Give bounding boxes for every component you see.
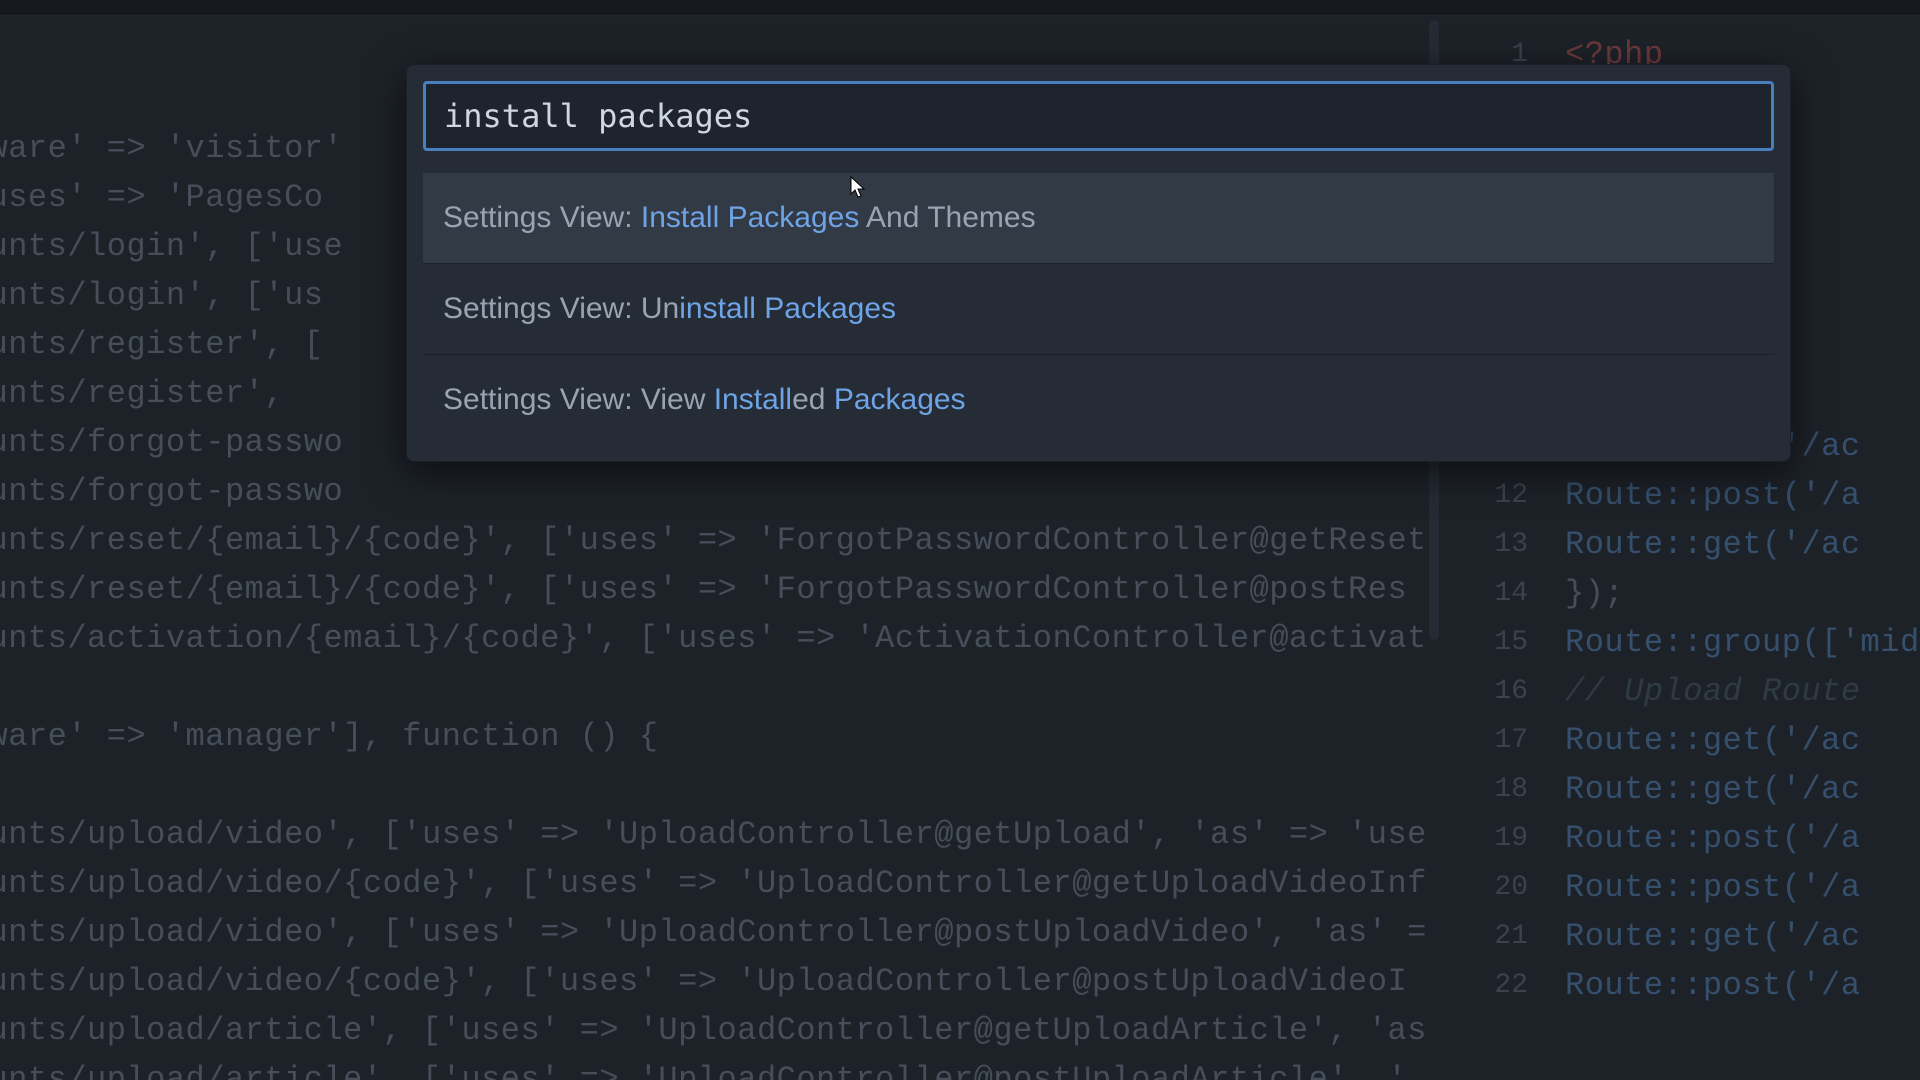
command-palette-item[interactable]: Settings View: View Installed Packages [423, 355, 1774, 445]
command-palette-item[interactable]: Settings View: Uninstall Packages [423, 264, 1774, 355]
command-match-text: Install [714, 383, 792, 416]
command-palette-input[interactable] [423, 81, 1774, 151]
command-text: ed [792, 383, 834, 416]
command-palette-results: Settings View: Install Packages And Them… [423, 173, 1774, 445]
code-line: Route::get('/ac [1565, 918, 1861, 955]
code-line: Route::group(['midd [1565, 624, 1920, 661]
command-prefix: Settings View: [443, 292, 641, 325]
command-match-text: install Packages [679, 292, 896, 325]
command-palette-item[interactable]: Settings View: Install Packages And Them… [423, 173, 1774, 264]
code-line: // Upload Route [1565, 673, 1861, 710]
code-line: Route::post('/a [1565, 477, 1861, 514]
command-prefix: Settings View: [443, 201, 641, 234]
code-line: }); [1565, 575, 1624, 612]
code-line: Route::get('/ac [1565, 526, 1861, 563]
command-prefix: Settings View: [443, 383, 641, 416]
command-match-text: Install Packages [641, 201, 859, 234]
command-text: Un [641, 292, 679, 325]
code-line: Route::post('/a [1565, 820, 1861, 857]
editor-screen: iddleware' => 'visitor' ', ['uses' => 'P… [0, 0, 1920, 1080]
code-line: Route::get('/ac [1565, 722, 1861, 759]
command-text: View [641, 383, 714, 416]
code-line: Route::post('/a [1565, 967, 1861, 1004]
command-match-text: Packages [834, 383, 966, 416]
command-text: And Themes [859, 201, 1035, 234]
command-palette: Settings View: Install Packages And Them… [406, 64, 1791, 462]
code-line: Route::get('/ac [1565, 771, 1861, 808]
code-line: Route::post('/a [1565, 869, 1861, 906]
tab-bar [0, 0, 1920, 14]
